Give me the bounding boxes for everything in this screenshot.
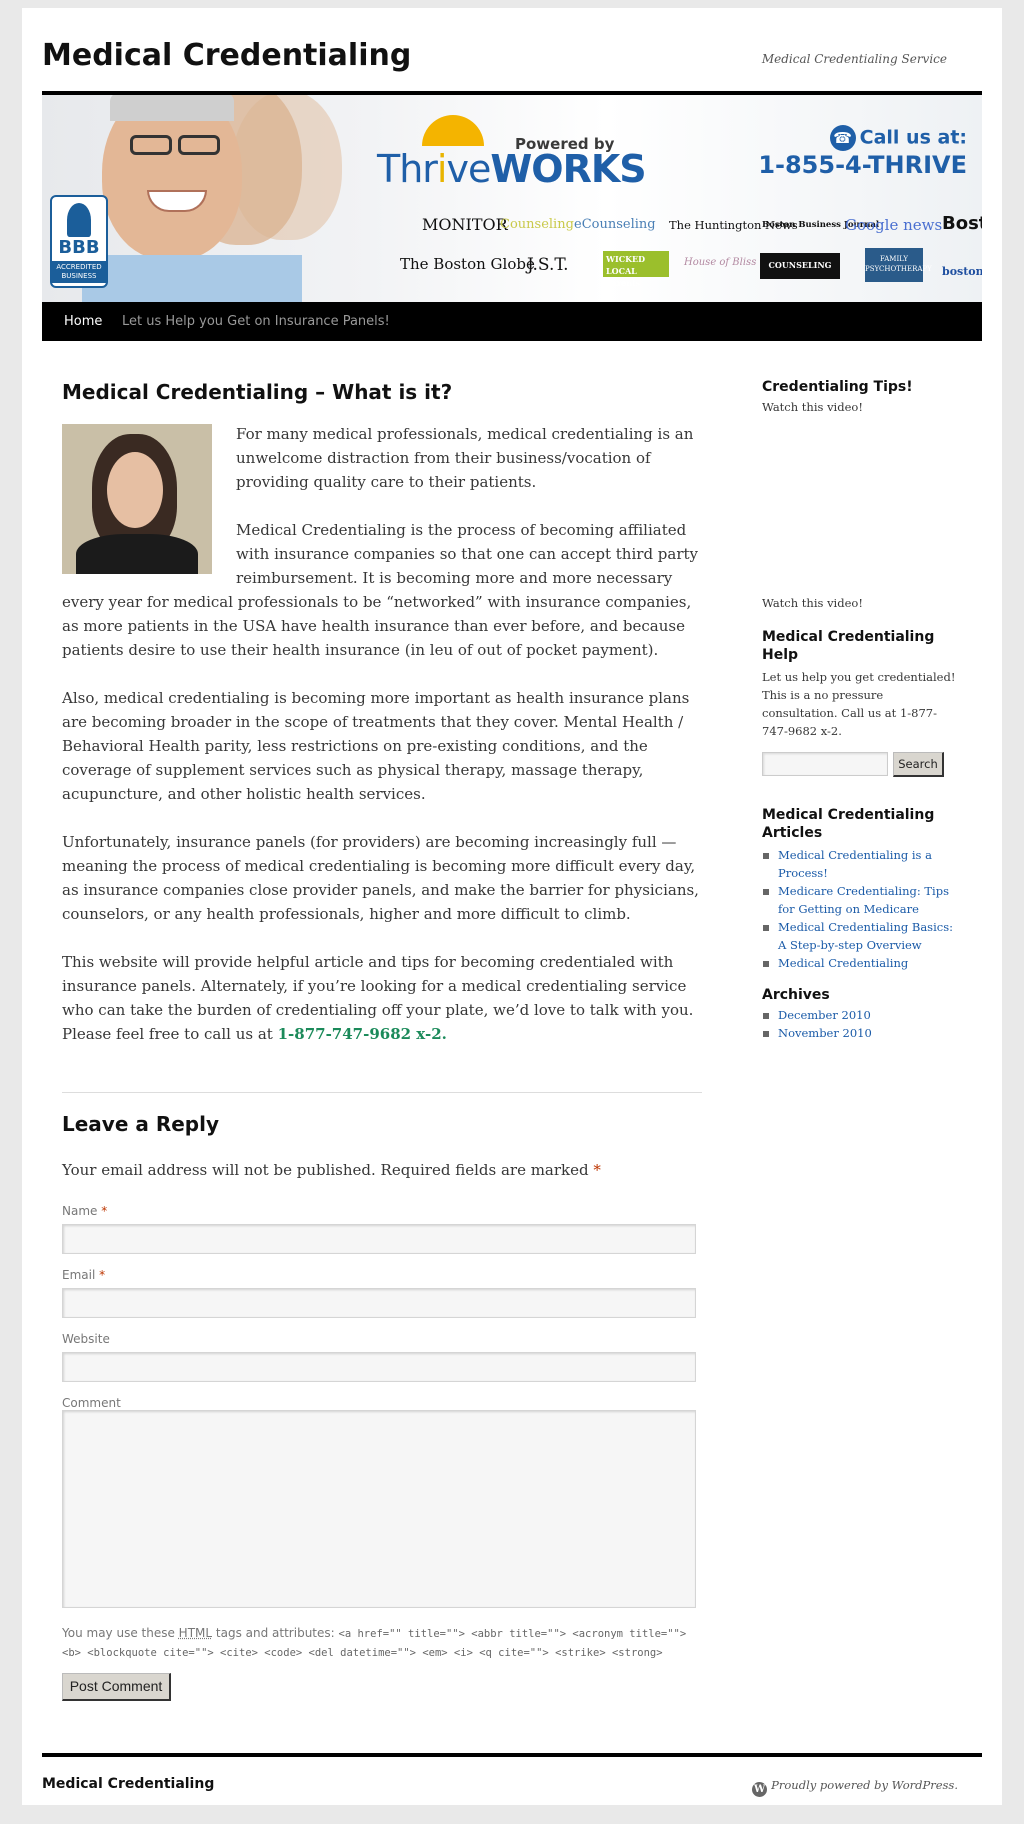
post-title[interactable]: Medical Credentialing – What is it? xyxy=(62,378,702,406)
logo-jmhc: COUNSELING xyxy=(760,253,840,279)
nav-insurance-panels[interactable]: Let us Help you Get on Insurance Panels! xyxy=(122,302,390,341)
watch-video-text-1: Watch this video! xyxy=(762,400,863,414)
archives-list: December 2010 November 2010 xyxy=(762,1006,962,1042)
allowed-tags-note: You may use these HTML tags and attribut… xyxy=(62,1626,687,1659)
tips-widget-title: Credentialing Tips! xyxy=(762,379,913,395)
wordpress-icon: W xyxy=(752,1782,768,1797)
article-link[interactable]: Medical Credentialing Basics: A Step-by-… xyxy=(762,918,962,954)
sidebar-search-input[interactable] xyxy=(762,752,888,776)
page: Medical Credentialing Medical Credential… xyxy=(22,8,1002,1805)
logo-boston-com: boston.com xyxy=(942,265,982,278)
video-embed-area[interactable] xyxy=(762,416,962,594)
logo-family-psychotherapy: FAMILY PSYCHOTHERAPY xyxy=(865,248,932,282)
archive-link[interactable]: December 2010 xyxy=(762,1006,962,1024)
footer-site-title[interactable]: Medical Credentialing xyxy=(42,1776,214,1792)
banner-people-photo xyxy=(82,95,382,302)
phone-icon: ☎ xyxy=(829,125,856,151)
archives-widget-title: Archives xyxy=(762,987,830,1003)
article-link[interactable]: Medical Credentialing is a Process! xyxy=(762,846,962,882)
post-body: For many medical professionals, medical … xyxy=(62,422,702,1046)
help-widget-text: Let us help you get credentialed! This i… xyxy=(762,670,956,738)
name-label: Name * xyxy=(62,1204,108,1218)
logo-google-news: Google news xyxy=(845,216,943,234)
articles-widget-title: Medical Credentialing Articles xyxy=(762,807,935,841)
post-phone: 1-877-747-9682 x-2. xyxy=(277,1025,447,1043)
site-title[interactable]: Medical Credentialing xyxy=(42,38,411,73)
nav-home[interactable]: Home xyxy=(64,302,102,341)
website-label: Website xyxy=(62,1332,110,1346)
reply-title: Leave a Reply xyxy=(62,1112,220,1136)
comment-label: Comment xyxy=(62,1396,121,1410)
reply-note: Your email address will not be published… xyxy=(62,1161,601,1179)
thriveworks-logo: Powered by ThriveWORKS xyxy=(377,105,647,191)
sidebar-search-button[interactable]: Search xyxy=(893,752,944,777)
footer-rule xyxy=(42,1753,982,1757)
call-us-block: ☎ Call us at: 1-855-4-THRIVE xyxy=(758,125,967,179)
logo-counseling: Counseling xyxy=(500,217,574,232)
woman-portrait-image xyxy=(62,424,212,574)
bbb-badge: BBB ACCREDITED BUSINESS xyxy=(50,195,108,288)
help-widget-title: Medical Credentialing Help xyxy=(762,629,935,663)
article-link[interactable]: Medicare Credentialing: Tips for Getting… xyxy=(762,882,962,918)
post-paragraph-4: Unfortunately, insurance panels (for pro… xyxy=(62,833,699,923)
logo-house-of-bliss: House of Bliss xyxy=(684,257,757,268)
footer-powered-by[interactable]: W Proudly powered by WordPress. xyxy=(752,1778,958,1797)
post-content: Medical Credentialing – What is it? For … xyxy=(62,378,702,1070)
post-paragraph-5: This website will provide helpful articl… xyxy=(62,953,694,1043)
article-link[interactable]: Medical Credentialing xyxy=(762,954,962,972)
main-nav: Home Let us Help you Get on Insurance Pa… xyxy=(42,302,982,341)
logo-ecounseling: eCounseling xyxy=(574,217,656,232)
content-divider xyxy=(62,1092,702,1093)
logo-wicked-local: WICKED LOCAL Parents xyxy=(603,251,669,288)
logo-jst: J.S.T. xyxy=(527,255,569,275)
logo-boston-globe: The Boston Globe xyxy=(400,255,535,273)
comment-textarea[interactable] xyxy=(62,1410,696,1608)
website-input[interactable] xyxy=(62,1352,696,1382)
logo-monitor: MONITOR xyxy=(422,215,508,234)
email-label: Email * xyxy=(62,1268,106,1282)
press-logos: MONITOR Counseling eCounseling The Hunti… xyxy=(342,213,982,298)
sidebar: Credentialing Tips! Watch this video! Wa… xyxy=(762,378,962,1042)
post-paragraph-3: Also, medical credentialing is becoming … xyxy=(62,689,690,803)
watch-video-text-2: Watch this video! xyxy=(762,596,863,610)
site-description: Medical Credentialing Service xyxy=(761,52,947,66)
post-comment-button[interactable]: Post Comment xyxy=(62,1673,171,1701)
name-input[interactable] xyxy=(62,1224,696,1254)
logo-boston-magazine: Boston xyxy=(942,213,982,234)
articles-list: Medical Credentialing is a Process! Medi… xyxy=(762,846,962,972)
header-banner: BBB ACCREDITED BUSINESS Powered by Thriv… xyxy=(42,95,982,302)
email-input[interactable] xyxy=(62,1288,696,1318)
archive-link[interactable]: November 2010 xyxy=(762,1024,962,1042)
